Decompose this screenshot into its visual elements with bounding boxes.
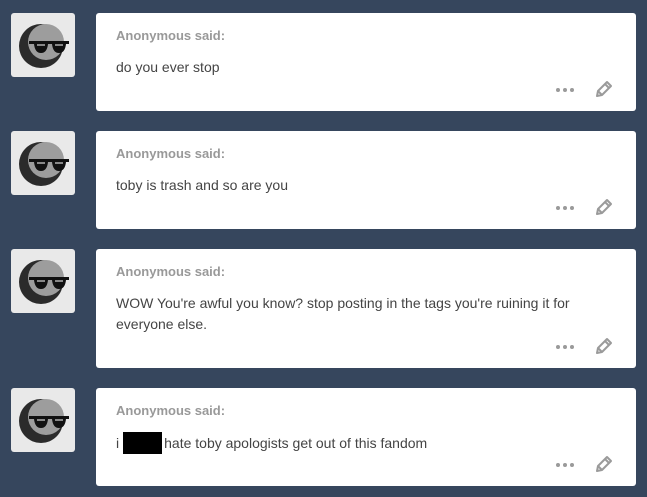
asker-name: Anonymous said: [116,28,226,43]
pencil-icon[interactable] [594,336,614,356]
anonymous-avatar[interactable] [11,131,75,195]
ellipsis-icon[interactable] [556,343,578,351]
pencil-icon[interactable] [594,79,614,99]
ask-card: Anonymous said: WOW You're awful you kno… [96,249,636,368]
redaction-bar [123,432,163,454]
ask-message: WOW You're awful you know? stop posting … [116,295,570,332]
ask-message: toby is trash and so are you [116,177,288,193]
message-prefix: i [116,435,120,451]
ask-message: i hate toby apologists get out of this fa… [116,432,596,454]
sunglasses-moon-icon [19,399,69,443]
anonymous-avatar[interactable] [11,13,75,77]
sunglasses-moon-icon [19,142,69,186]
asker-name: Anonymous said: [116,403,226,418]
asker-name: Anonymous said: [116,264,226,279]
ask-card: Anonymous said: toby is trash and so are… [96,131,636,229]
asker-name: Anonymous said: [116,146,226,161]
sunglasses-moon-icon [19,260,69,304]
anonymous-avatar[interactable] [11,388,75,452]
sunglasses-moon-icon [19,24,69,68]
ask-card: Anonymous said: i hate toby apologists ge… [96,388,636,486]
ellipsis-icon[interactable] [556,204,578,212]
message-body: hate toby apologists get out of this fan… [164,435,428,451]
ask-message: do you ever stop [116,59,220,75]
pencil-icon[interactable] [594,197,614,217]
ask-card: Anonymous said: do you ever stop [96,13,636,111]
ellipsis-icon[interactable] [556,461,578,469]
pencil-icon[interactable] [594,454,614,474]
anonymous-avatar[interactable] [11,249,75,313]
ellipsis-icon[interactable] [556,86,578,94]
